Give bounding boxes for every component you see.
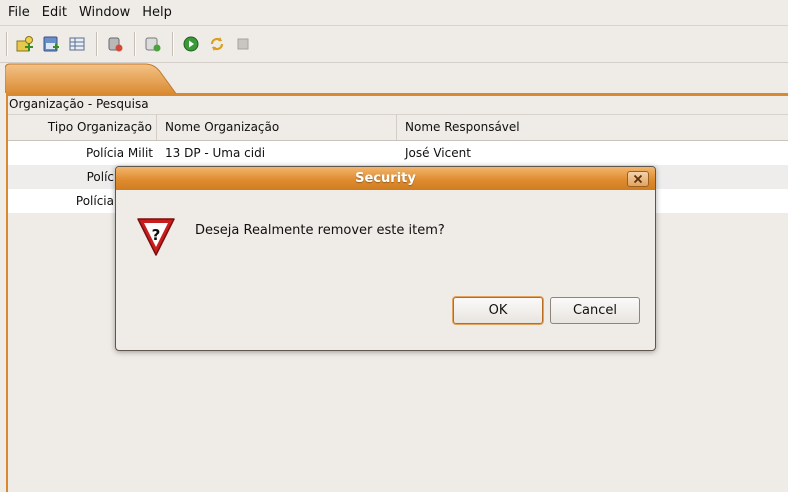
cancel-button[interactable]: Cancel (550, 297, 640, 324)
table-header: Tipo Organização Nome Organização Nome R… (8, 114, 788, 141)
toolbar-separator (134, 32, 136, 56)
cell-tipo: Polícia Milit (86, 146, 153, 160)
dialog-title-bar[interactable]: Security (116, 167, 655, 190)
toolbar-separator (172, 32, 174, 56)
menu-file[interactable]: File (2, 0, 36, 25)
column-header-tipo[interactable]: Tipo Organização (8, 115, 157, 140)
security-dialog: Security ? Deseja Realmente remover este… (115, 166, 656, 351)
delete-icon[interactable] (103, 31, 127, 57)
toolbar-separator (6, 32, 8, 56)
svg-text:?: ? (152, 226, 161, 244)
cell-tipo: Polícia (75, 194, 114, 208)
new-folder-icon[interactable] (13, 31, 37, 57)
table-row[interactable]: Polícia Milit 13 DP - Uma cidi José Vice… (8, 141, 788, 165)
menu-edit[interactable]: Edit (36, 0, 73, 25)
cell-responsavel: José Vicent (405, 146, 471, 160)
dialog-title: Security (355, 171, 416, 186)
question-warning-icon: ? (137, 218, 175, 256)
toolbar (0, 25, 788, 63)
column-header-responsavel[interactable]: Nome Responsável (397, 115, 677, 140)
stop-icon[interactable] (231, 31, 255, 57)
frame-border (0, 93, 8, 492)
tab-active[interactable] (5, 63, 180, 95)
menu-bar: File Edit Window Help (0, 0, 788, 25)
cell-tipo: Políc (86, 170, 114, 184)
table-icon[interactable] (65, 31, 89, 57)
menu-help[interactable]: Help (136, 0, 178, 25)
database-icon[interactable] (39, 31, 63, 57)
refresh-icon[interactable] (205, 31, 229, 57)
cell-nome: 13 DP - Uma cidi (165, 146, 266, 160)
toolbar-separator (96, 32, 98, 56)
dialog-message: Deseja Realmente remover este item? (195, 223, 445, 238)
panel-title: Organização - Pesquisa (8, 96, 788, 114)
column-header-nome[interactable]: Nome Organização (157, 115, 397, 140)
run-icon[interactable] (179, 31, 203, 57)
tab-strip (0, 63, 788, 95)
menu-window[interactable]: Window (73, 0, 136, 25)
add-icon[interactable] (141, 31, 165, 57)
ok-button[interactable]: OK (453, 297, 543, 324)
close-icon[interactable] (627, 171, 649, 187)
